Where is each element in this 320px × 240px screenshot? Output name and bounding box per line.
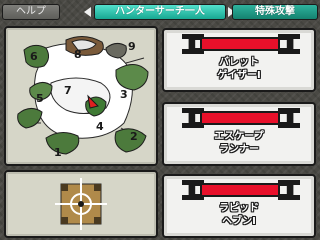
skill-name-1: バレット ゲイザーⅠ xyxy=(217,57,261,81)
skill-card-3[interactable]: ラピッド ヘブンⅠ xyxy=(162,174,316,238)
compass-icon xyxy=(55,178,107,230)
map-graphic: 1 2 3 4 5 6 7 8 9 xyxy=(17,36,149,159)
bar-right-icon xyxy=(278,180,300,200)
area-label-5: 5 xyxy=(36,92,44,105)
tab-special-attack[interactable]: 特殊攻撃 xyxy=(232,4,318,20)
area-label-4: 4 xyxy=(96,120,104,133)
area-label-9: 9 xyxy=(128,40,136,53)
skill-bar-3 xyxy=(200,183,280,197)
area-label-7: 7 xyxy=(64,84,72,97)
skill-card-1[interactable]: バレット ゲイザーⅠ xyxy=(162,28,316,92)
area-label-6: 6 xyxy=(30,50,38,63)
skill-name-2: エスケープ ランナー xyxy=(214,131,264,155)
bar-right-icon xyxy=(278,108,300,128)
area-label-2: 2 xyxy=(130,130,138,143)
skill-bar-1 xyxy=(200,37,280,51)
compass-panel xyxy=(4,170,158,238)
skill-name-3: ラピッド ヘブンⅠ xyxy=(219,203,259,227)
tab-hunter-search[interactable]: ハンターサーチ一人 xyxy=(94,4,226,20)
skill-card-2[interactable]: エスケープ ランナー xyxy=(162,102,316,166)
skill-bar-2 xyxy=(200,111,280,125)
arrow-left-icon[interactable] xyxy=(84,7,91,17)
area-label-8: 8 xyxy=(74,48,82,61)
area-label-1: 1 xyxy=(54,146,62,159)
area-map[interactable]: 1 2 3 4 5 6 7 8 9 xyxy=(4,26,158,166)
bar-right-icon xyxy=(278,34,300,54)
area-label-3: 3 xyxy=(120,88,128,101)
tab-help[interactable]: ヘルプ xyxy=(2,4,60,20)
